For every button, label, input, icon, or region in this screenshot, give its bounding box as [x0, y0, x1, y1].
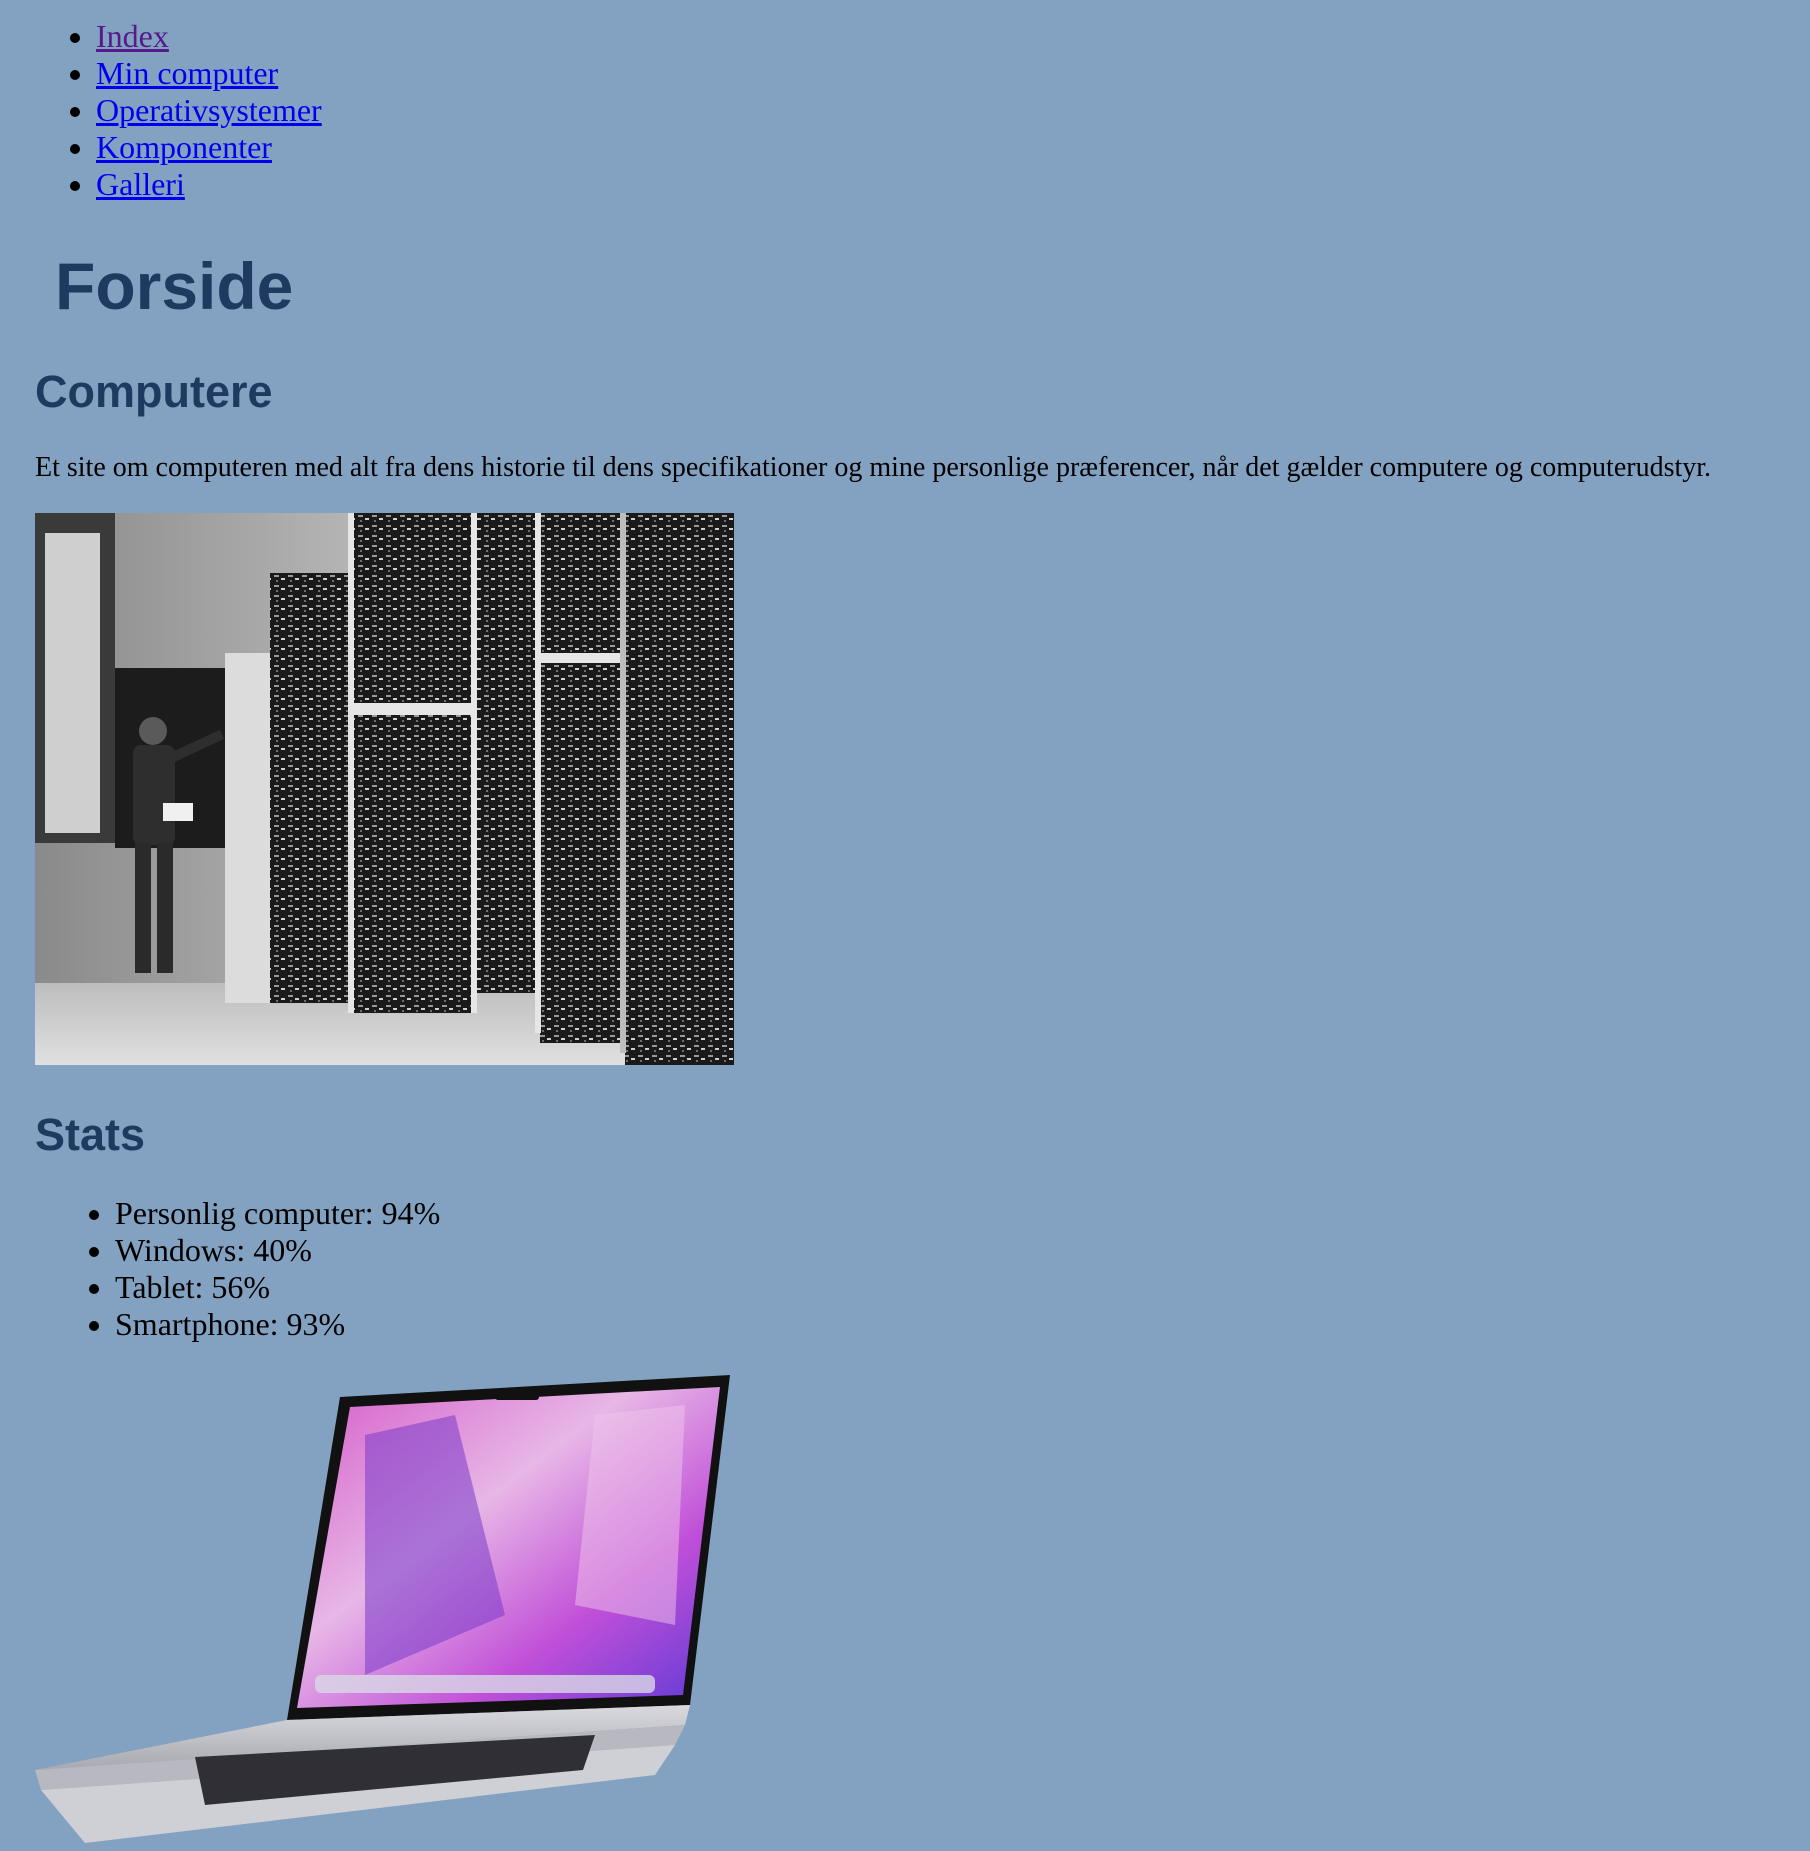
computere-heading: Computere: [35, 366, 273, 417]
stat-item: Smartphone: 93%: [115, 1306, 440, 1343]
nav-link-min-computer[interactable]: Min computer: [96, 55, 278, 91]
nav-item-galleri: Galleri: [96, 166, 322, 203]
laptop-illustration: [35, 1375, 730, 1843]
nav-link-komponenter[interactable]: Komponenter: [96, 129, 272, 165]
nav-item-min-computer: Min computer: [96, 55, 322, 92]
stat-item: Windows: 40%: [115, 1232, 440, 1269]
historic-computer-photo: [35, 513, 734, 1065]
nav-link-operativsystemer[interactable]: Operativsystemer: [96, 92, 322, 128]
intro-paragraph: Et site om computeren med alt fra dens h…: [35, 452, 1712, 483]
nav-item-komponenter: Komponenter: [96, 129, 322, 166]
stats-list: Personlig computer: 94% Windows: 40% Tab…: [74, 1195, 440, 1343]
nav-item-operativsystemer: Operativsystemer: [96, 92, 322, 129]
page-title: Forside: [55, 249, 294, 323]
stat-item: Tablet: 56%: [115, 1269, 440, 1306]
stat-item: Personlig computer: 94%: [115, 1195, 440, 1232]
nav-link-galleri[interactable]: Galleri: [96, 166, 185, 202]
rack-panels: [270, 513, 734, 1065]
historic-computer-illustration: [35, 513, 734, 1065]
nav-link-index[interactable]: Index: [96, 18, 169, 54]
main-nav: Index Min computer Operativsystemer Komp…: [55, 18, 322, 203]
laptop-image: [35, 1375, 735, 1846]
stats-heading: Stats: [35, 1109, 146, 1160]
nav-item-index: Index: [96, 18, 322, 55]
